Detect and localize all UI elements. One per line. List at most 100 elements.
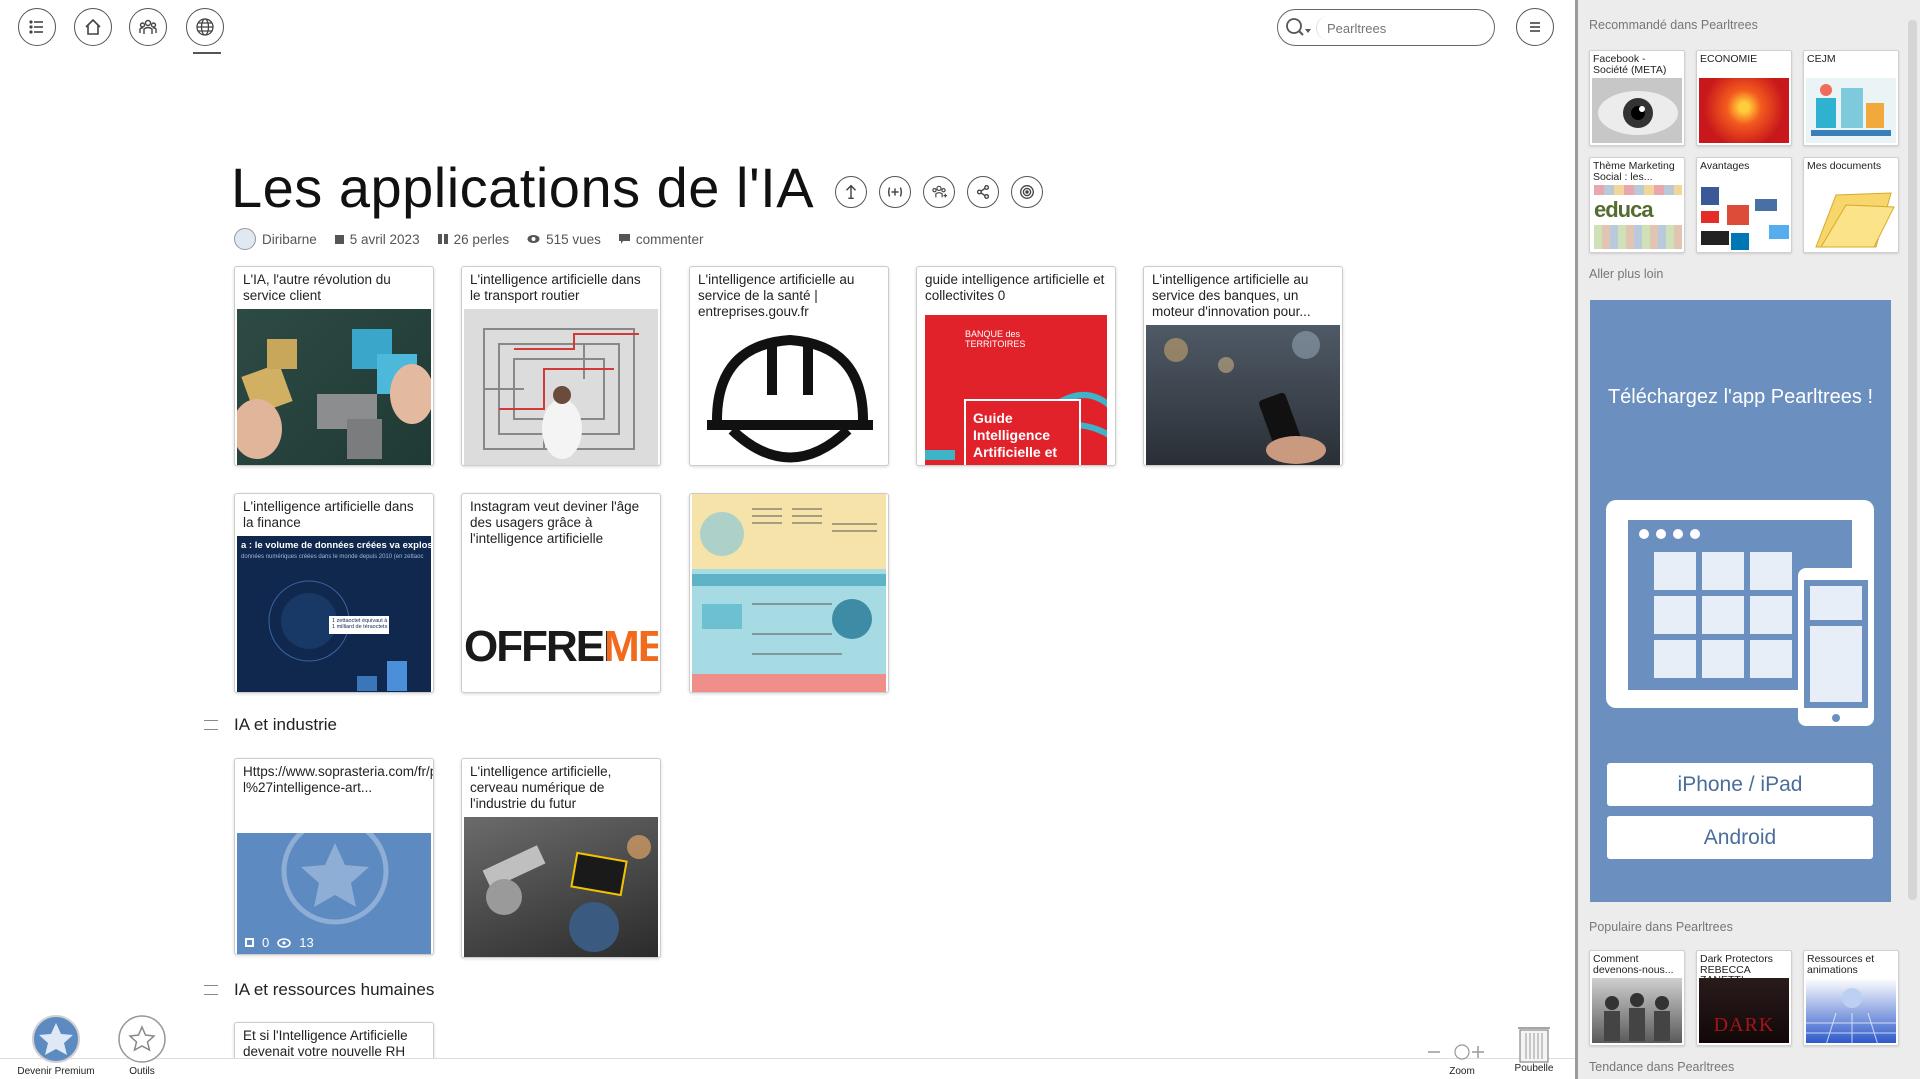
comment-link[interactable]: commenter [618,232,703,247]
pearl-card[interactable]: L'intelligence artificielle au service d… [1143,266,1343,466]
promo-title: Téléchargez l'app Pearltrees ! [1607,386,1874,408]
home-button[interactable] [74,8,112,46]
pearl-card[interactable]: guide intelligence artificielle et colle… [916,266,1116,466]
eye-icon [527,235,540,243]
recommended-thumb[interactable]: ECONOMIE [1696,50,1792,146]
date-text: 5 avril 2023 [349,231,420,247]
thumb-image [1699,185,1789,250]
finance-image-badge: 1 zettaoctet équivaut à 1 milliard de té… [332,618,388,630]
card-image [464,309,658,465]
menu-list-button[interactable] [18,8,56,46]
section-title: IA et industrie [234,715,338,734]
pearl-card[interactable]: Instagram veut deviner l'âge des usagers… [461,493,661,693]
card-stats: 0 13 [245,935,314,950]
recommended-thumb[interactable]: Avantages [1696,157,1792,253]
app-promo: Téléchargez l'app Pearltrees ! iPhone / … [1590,300,1891,902]
wordcloud-decoration [1594,225,1682,249]
thumb-title: CEJM [1807,53,1836,65]
right-sidebar: Recommandé dans Pearltrees Facebook - So… [1575,0,1920,1079]
options-menu-button[interactable] [1516,8,1554,46]
tools-button[interactable]: Outils [112,1015,172,1077]
premium-button[interactable]: Devenir Premium [10,1015,102,1077]
grid-icon [245,938,254,947]
zoom-slider[interactable] [1426,1044,1486,1060]
thumb-title: Ressources et animations [1807,953,1875,976]
thumb-title: Mes documents [1807,160,1882,172]
add-button[interactable] [879,176,911,208]
thumb-image [1806,978,1896,1043]
trash-button[interactable]: Poubelle [1510,1022,1558,1074]
recommended-thumb[interactable]: Thème Marketing Social : les... educa [1589,157,1685,253]
focus-button[interactable] [1011,176,1043,208]
card-title: L'intelligence artificielle dans le tran… [470,272,641,303]
card-image: OFFREMED [464,552,658,692]
globe-icon [196,18,214,36]
android-button[interactable]: Android [1607,816,1873,859]
comment-icon [618,234,630,244]
recommended-thumb[interactable]: CEJM [1803,50,1899,146]
card-image: 0 13 [237,833,431,954]
card-view-count: 13 [299,935,314,950]
zoom-label: Zoom [1449,1066,1475,1077]
pearl-card[interactable]: Https://www.soprasteria.com/fr/perspecti… [234,758,434,955]
recommended-label: Recommandé dans Pearltrees [1589,18,1758,32]
scrollbar-thumb[interactable] [1908,20,1917,900]
iphone-ipad-button[interactable]: iPhone / iPad [1607,763,1873,806]
page-meta: Diribarne 5 avril 2023 26 perles 515 vue… [234,228,703,250]
recommended-thumb[interactable]: Facebook - Société (META) [1589,50,1685,146]
title-actions [835,176,1043,208]
thumb-image [1592,978,1682,1043]
drag-handle-icon[interactable] [204,985,218,995]
offremed-text: OFFREMED [464,622,658,671]
card-image: a : le volume de données créées va explo… [237,536,431,692]
sidebar-scrollbar[interactable] [1905,0,1920,1079]
tools-star-icon [118,1015,166,1063]
pearl-card[interactable]: L'IA, l'autre révolution du service clie… [234,266,434,466]
pearl-card[interactable] [689,493,889,693]
card-image [464,817,658,957]
home-icon [85,18,101,35]
card-image [692,325,886,465]
search-box[interactable] [1277,9,1495,46]
share-icon [976,185,990,199]
premium-label: Devenir Premium [17,1066,95,1077]
list-icon [29,20,43,34]
thumb-image [1592,78,1682,143]
pearl-card[interactable]: L'intelligence artificielle dans la fina… [234,493,434,693]
card-pearl-count: 0 [262,935,270,950]
wordcloud-decoration [1594,185,1682,195]
pick-button[interactable] [835,176,867,208]
main-area: Les applications de l'IA Diribarne 5 avr… [0,0,1575,1079]
target-icon [1020,185,1034,199]
recommended-thumb[interactable]: Mes documents [1803,157,1899,253]
popular-thumb[interactable]: Comment devenons-nous... [1589,950,1685,1046]
people-icon [139,19,157,34]
thumb-image [1806,78,1896,143]
drag-handle-icon[interactable] [204,720,218,730]
trash-icon [1518,1027,1550,1063]
guide-text: Guide Intelligence Artificielle et [973,410,1058,460]
trend-label: Tendance dans Pearltrees [1589,1060,1735,1074]
calendar-icon [334,234,344,244]
card-title: L'IA, l'autre révolution du service clie… [243,272,391,303]
team-button[interactable] [129,8,167,46]
add-icon [887,187,903,197]
team-invite-button[interactable] [923,176,955,208]
bottom-bar [0,1058,1575,1079]
thumb-image [1699,78,1789,143]
author[interactable]: Diribarne [234,228,317,250]
team-add-icon [932,185,948,198]
pearl-card[interactable]: L'intelligence artificielle, cerveau num… [461,758,661,958]
section-header[interactable]: IA et industrie [204,715,337,735]
pearl-card[interactable]: L'intelligence artificielle au service d… [689,266,889,466]
card-title: L'intelligence artificielle dans la fina… [243,499,414,530]
pearl-card[interactable]: L'intelligence artificielle dans le tran… [461,266,661,466]
folder-icon [1815,192,1895,248]
section-header[interactable]: IA et ressources humaines [204,980,434,1000]
explore-button[interactable] [186,8,224,46]
author-name: Diribarne [262,231,317,247]
popular-thumb[interactable]: Dark Protectors REBECCA ZANETTI DARK [1696,950,1792,1046]
share-button[interactable] [967,176,999,208]
popular-thumb[interactable]: Ressources et animations [1803,950,1899,1046]
search-input[interactable] [1316,16,1486,40]
